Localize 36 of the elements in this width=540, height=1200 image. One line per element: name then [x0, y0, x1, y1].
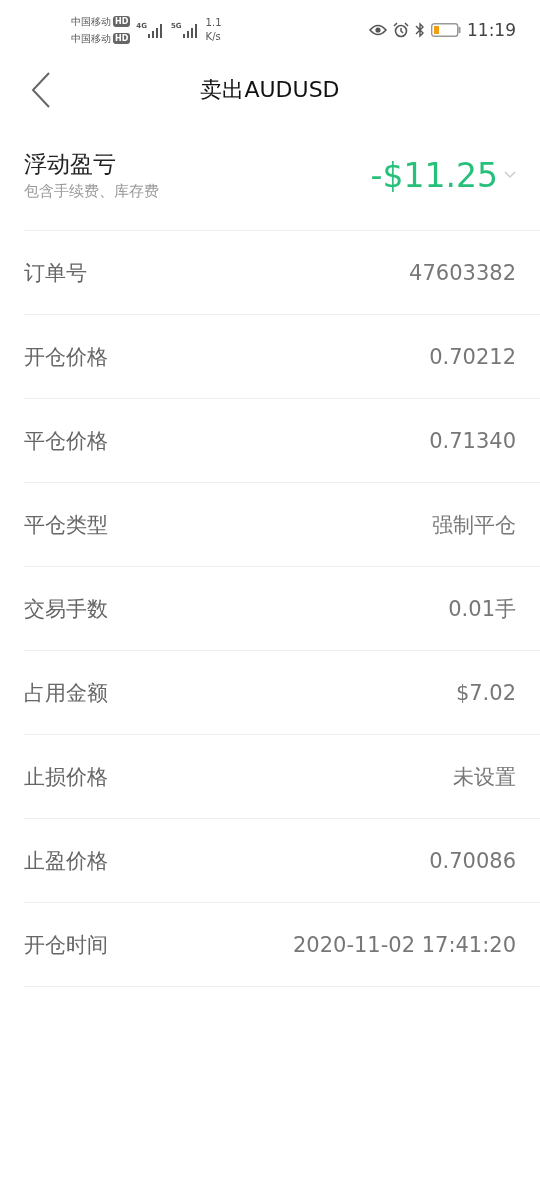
speed-text: 1.1: [205, 16, 222, 30]
pnl-value: -$11.25: [370, 155, 498, 195]
field-label: 占用金额: [24, 679, 108, 707]
back-icon[interactable]: [31, 72, 51, 108]
signal-icon: [181, 22, 200, 38]
pnl-note: 包含手续费、库存费: [24, 182, 160, 201]
field-label: 止盈价格: [24, 847, 108, 875]
carrier-name: 中国移动: [71, 32, 111, 46]
field-value: $7.02: [455, 680, 516, 705]
field-label: 订单号: [24, 259, 87, 287]
field-label: 止损价格: [24, 763, 108, 791]
field-value: 0.01手: [448, 595, 516, 623]
pnl-label: 浮动盈亏: [24, 150, 117, 179]
field-value: 0.70086: [429, 848, 516, 873]
field-value: 0.71340: [429, 428, 516, 453]
eye-icon: [369, 24, 387, 36]
field-value: 47603382: [409, 260, 516, 285]
hd-badge: HD: [113, 16, 131, 27]
field-label: 开仓价格: [24, 343, 108, 371]
alarm-icon: [393, 22, 409, 38]
field-value: 强制平仓: [432, 511, 516, 539]
field-value: 0.70212: [429, 344, 516, 369]
signal-icon: [146, 22, 165, 38]
field-label: 平仓类型: [24, 511, 108, 539]
field-label: 开仓时间: [24, 931, 108, 959]
clock-time: 11:19: [467, 20, 516, 40]
carrier-name: 中国移动: [71, 15, 111, 29]
hd-badge: HD: [113, 33, 131, 44]
field-value: 2020-11-02 17:41:20: [292, 932, 516, 957]
field-label: 交易手数: [24, 595, 108, 623]
speed-text: K/s: [205, 30, 222, 44]
field-label: 平仓价格: [24, 427, 108, 455]
battery-icon: [431, 23, 461, 37]
field-value: 未设置: [453, 763, 516, 791]
bluetooth-icon: [415, 22, 425, 38]
page-title: 卖出AUDUSD: [200, 76, 340, 104]
